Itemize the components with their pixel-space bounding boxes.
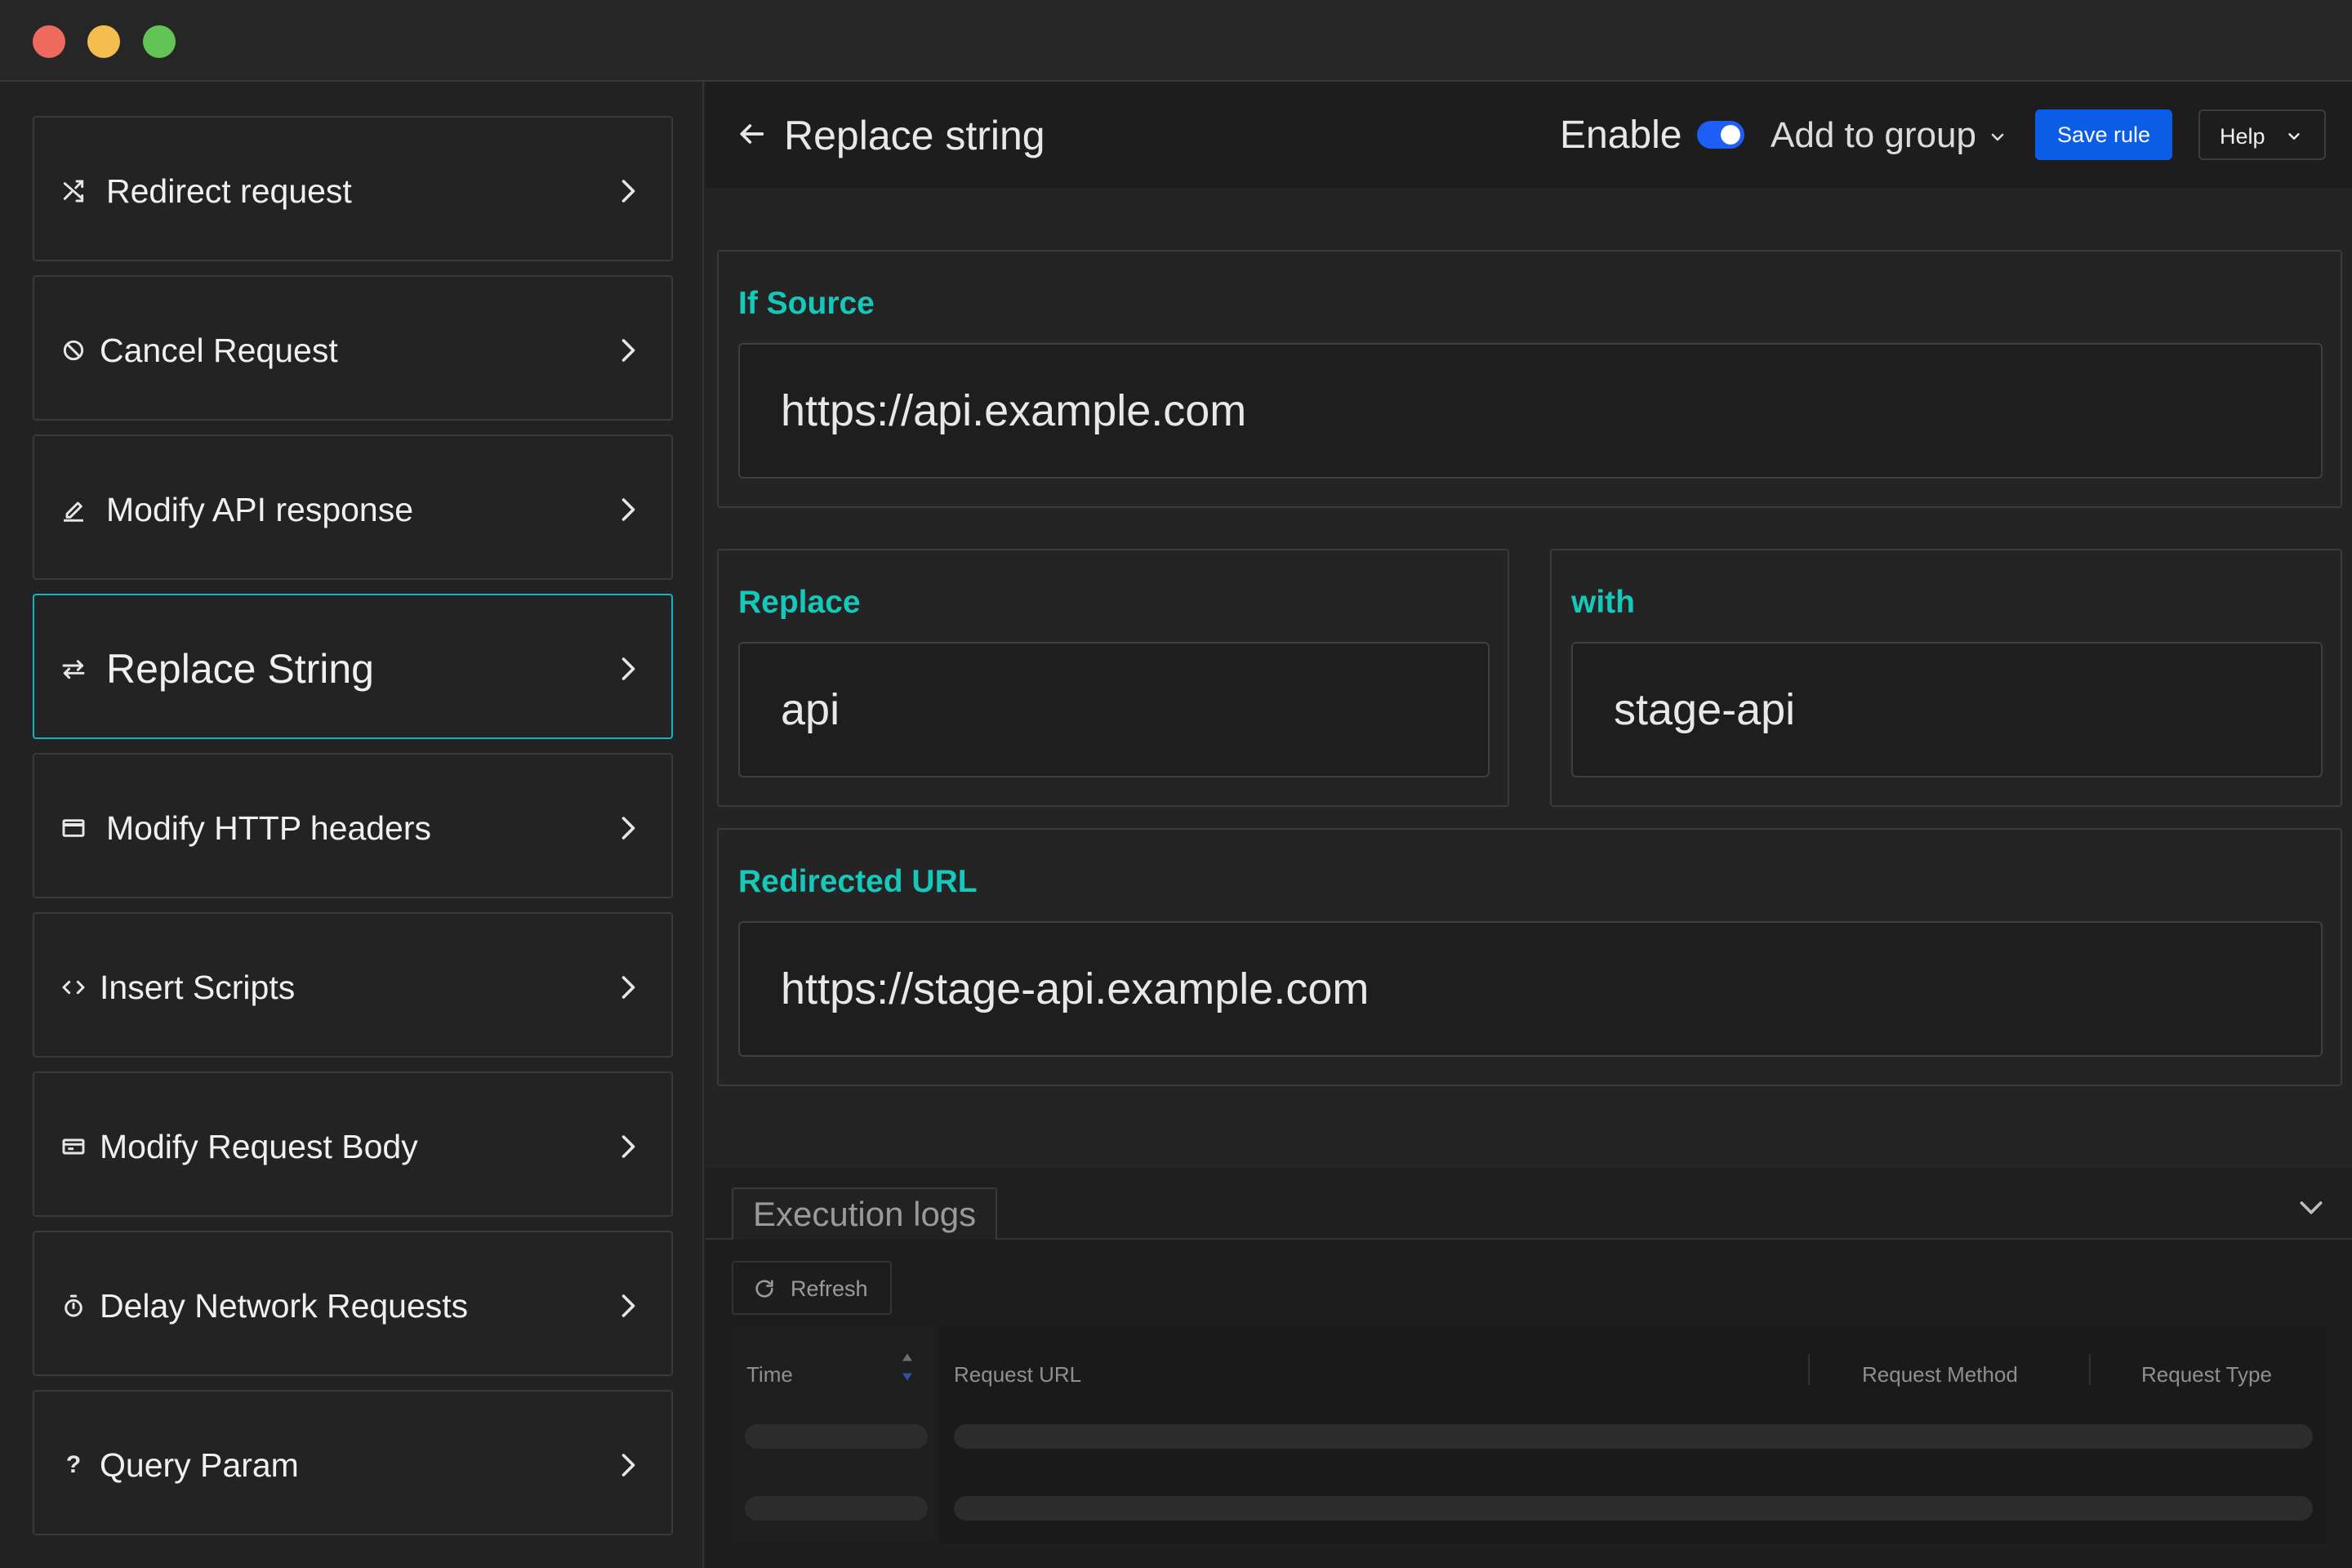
enable-label: Enable xyxy=(1560,114,1682,157)
rule-item-label: Redirect request xyxy=(106,172,352,210)
rule-item-label: Cancel Request xyxy=(100,332,338,369)
refresh-icon xyxy=(755,1280,773,1298)
logs-table: Time Request URL Request Method Request … xyxy=(732,1326,2326,1544)
question-icon: ? xyxy=(65,1451,82,1478)
column-header-request-type[interactable]: Request Type xyxy=(2141,1362,2272,1387)
loading-skeleton xyxy=(954,1496,2313,1521)
rule-item-delay-network-requests[interactable]: Delay Network Requests xyxy=(33,1231,673,1376)
chevron-down-icon[interactable] xyxy=(2295,1191,2328,1223)
editor-header: Replace string Enable Add to group Save … xyxy=(706,82,2352,188)
save-rule-button[interactable]: Save rule xyxy=(2035,109,2172,160)
column-header-request-url[interactable]: Request URL xyxy=(954,1362,1081,1387)
shuffle-icon xyxy=(60,178,87,204)
chevron-right-icon xyxy=(621,1135,635,1158)
redirected-url-label: Redirected URL xyxy=(738,864,978,899)
chevron-down-icon[interactable] xyxy=(1988,127,2007,147)
chevron-right-icon xyxy=(621,1454,635,1477)
loading-skeleton xyxy=(954,1424,2313,1449)
with-input[interactable]: stage-api xyxy=(1571,642,2323,777)
swap-icon xyxy=(60,656,87,682)
source-url-input[interactable]: https://api.example.com xyxy=(738,343,2323,479)
timer-icon xyxy=(60,1293,87,1319)
add-to-group-dropdown[interactable]: Add to group xyxy=(1771,113,1976,158)
logs-tab-bar: Execution logs xyxy=(706,1168,2352,1240)
loading-skeleton xyxy=(745,1424,928,1449)
rule-item-replace-string[interactable]: Replace String xyxy=(33,594,673,739)
rule-item-label: Modify HTTP headers xyxy=(106,809,432,847)
window-titlebar xyxy=(0,0,2352,82)
maximize-window-button[interactable] xyxy=(143,25,176,58)
back-arrow-icon[interactable] xyxy=(735,118,768,150)
loading-skeleton xyxy=(745,1496,928,1521)
refresh-button[interactable]: Refresh xyxy=(732,1261,892,1315)
minimize-window-button[interactable] xyxy=(87,25,120,58)
rule-item-label: Modify Request Body xyxy=(100,1128,418,1165)
chevron-right-icon xyxy=(621,339,635,362)
redirected-url-card: Redirected URL https://stage-api.example… xyxy=(717,828,2342,1086)
column-header-request-method[interactable]: Request Method xyxy=(1862,1362,2018,1387)
chevron-right-icon xyxy=(621,817,635,840)
toggle-knob xyxy=(1721,125,1740,145)
chevron-right-icon xyxy=(621,976,635,999)
rule-item-label: Query Param xyxy=(100,1446,299,1484)
with-card: with stage-api xyxy=(1550,549,2342,807)
help-button-label: Help xyxy=(2220,124,2265,149)
source-label: If Source xyxy=(738,286,875,321)
refresh-label: Refresh xyxy=(791,1276,868,1301)
chevron-right-icon xyxy=(621,498,635,521)
enable-toggle[interactable] xyxy=(1697,121,1744,149)
request-body-icon xyxy=(60,1134,87,1160)
rule-item-label: Delay Network Requests xyxy=(100,1287,469,1325)
chevron-right-icon xyxy=(621,1294,635,1317)
replace-label: Replace xyxy=(738,585,861,620)
rule-type-sidebar: Redirect request Cancel Request Modify A… xyxy=(0,82,704,1568)
column-divider xyxy=(1808,1354,1810,1385)
code-icon xyxy=(60,974,87,1000)
page-title: Replace string xyxy=(784,113,1045,158)
rule-item-modify-api-response[interactable]: Modify API response xyxy=(33,434,673,580)
edit-icon xyxy=(60,497,87,523)
column-header-time[interactable]: Time xyxy=(746,1362,793,1387)
close-window-button[interactable] xyxy=(33,25,65,58)
rule-item-label: Replace String xyxy=(106,646,374,692)
rule-item-redirect-request[interactable]: Redirect request xyxy=(33,116,673,261)
rule-item-modify-request-body[interactable]: Modify Request Body xyxy=(33,1071,673,1217)
source-condition-card: If Source https://api.example.com xyxy=(717,250,2342,508)
sort-icon[interactable] xyxy=(900,1351,915,1383)
chevron-down-icon xyxy=(2288,133,2300,140)
replace-card: Replace api xyxy=(717,549,1509,807)
window-icon xyxy=(60,815,87,841)
execution-logs-panel: Execution logs Refresh Time Request URL … xyxy=(706,1168,2352,1568)
help-button[interactable]: Help xyxy=(2198,109,2326,160)
rule-item-cancel-request[interactable]: Cancel Request xyxy=(33,275,673,421)
rule-item-query-param[interactable]: ? Query Param xyxy=(33,1390,673,1535)
block-icon xyxy=(60,337,87,363)
execution-logs-tab[interactable]: Execution logs xyxy=(732,1187,998,1240)
rule-item-insert-scripts[interactable]: Insert Scripts xyxy=(33,912,673,1058)
rule-item-label: Insert Scripts xyxy=(100,969,296,1006)
chevron-right-icon xyxy=(621,657,635,680)
with-label: with xyxy=(1571,585,1635,620)
redirected-url-input[interactable]: https://stage-api.example.com xyxy=(738,921,2323,1057)
rule-item-label: Modify API response xyxy=(106,491,414,528)
rule-item-modify-http-headers[interactable]: Modify HTTP headers xyxy=(33,753,673,898)
rule-editor: Replace string Enable Add to group Save … xyxy=(706,82,2352,1568)
replace-input[interactable]: api xyxy=(738,642,1490,777)
chevron-right-icon xyxy=(621,180,635,203)
column-divider xyxy=(2089,1354,2091,1385)
